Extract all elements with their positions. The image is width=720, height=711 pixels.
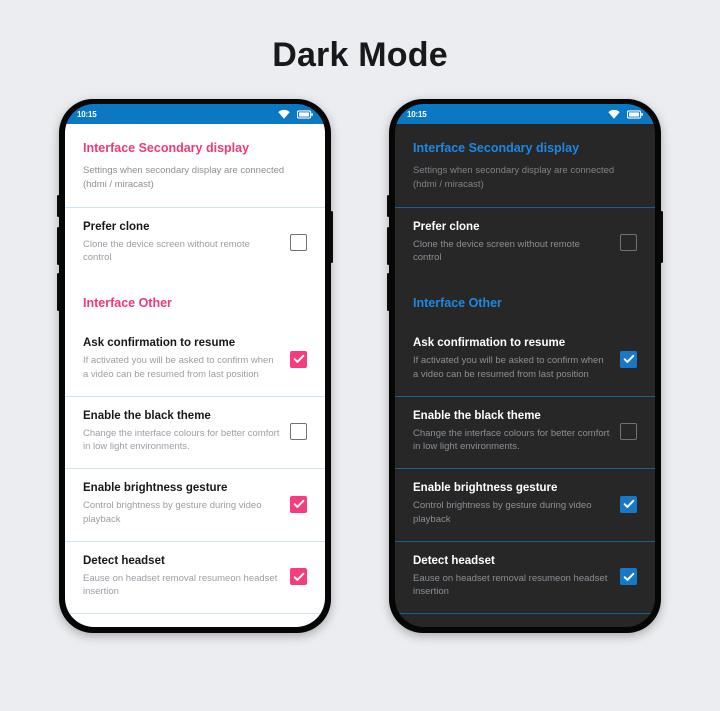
setting-title: Enable the black theme: [83, 409, 211, 422]
setting-row-detect-headset[interactable]: Detect headset Eause on headset removal …: [395, 542, 655, 614]
setting-description: Clone the device screen without remote c…: [413, 238, 580, 264]
setting-title: Detect headset: [83, 554, 165, 567]
status-bar: 10:15: [395, 104, 655, 124]
phone-side-button-volume-down[interactable]: [387, 273, 390, 311]
phone-comparison-container: 10:15 Interface Secondary display Settin…: [0, 99, 720, 633]
section-title: Interface Secondary display: [413, 141, 580, 155]
setting-row-detect-headset[interactable]: Detect headset Eause on headset removal …: [65, 542, 325, 614]
phone-screen: 10:15 Interface Secondary display Settin…: [395, 104, 655, 627]
checkbox-enable-brightness-gesture[interactable]: [290, 495, 307, 513]
settings-list: Interface Secondary display Settings whe…: [395, 124, 655, 627]
setting-description: Change the interface colours for better …: [83, 427, 280, 453]
status-bar-icons: [608, 109, 643, 119]
phone-screen: 10:15 Interface Secondary display Settin…: [65, 104, 325, 627]
setting-row-enable-brightness-gesture[interactable]: Enable brightness gesture Control bright…: [65, 469, 325, 541]
section-description: Settings when secondary display are conn…: [413, 165, 615, 190]
checkbox-ask-confirmation-to-resume[interactable]: [620, 350, 637, 368]
setting-title: Detect headset: [413, 554, 495, 567]
battery-icon: [627, 109, 643, 119]
setting-row-prefer-clone[interactable]: Prefer clone Clone the device screen wit…: [395, 208, 655, 280]
phone-side-button-volume-up[interactable]: [387, 227, 390, 265]
wifi-icon: [608, 109, 620, 119]
status-bar-time: 10:15: [77, 109, 97, 119]
checkbox-enable-brightness-gesture[interactable]: [620, 495, 637, 513]
check-icon: [293, 355, 304, 364]
section-header-interface-other: Interface Other: [395, 279, 655, 324]
page-title: Dark Mode: [272, 36, 448, 74]
dark-mode-phone: 10:15 Interface Secondary display Settin…: [387, 99, 663, 633]
setting-title: Prefer clone: [413, 220, 480, 233]
setting-description: Eause on headset removal resumeon headse…: [83, 572, 278, 598]
setting-row-enable-brightness-gesture[interactable]: Enable brightness gesture Control bright…: [395, 469, 655, 541]
checkbox-ask-confirmation-to-resume[interactable]: [290, 350, 307, 368]
check-icon: [293, 572, 304, 581]
setting-row-prefer-clone[interactable]: Prefer clone Clone the device screen wit…: [65, 208, 325, 280]
section-title: Interface Secondary display: [83, 141, 250, 155]
status-bar: 10:15: [65, 104, 325, 124]
setting-row-enable-the-black-theme[interactable]: Enable the black theme Change the interf…: [395, 397, 655, 469]
setting-title: Prefer clone: [83, 220, 150, 233]
wifi-icon: [278, 109, 290, 119]
section-title: Interface Other: [413, 296, 502, 311]
setting-description: Control brightness by gesture during vid…: [83, 500, 262, 525]
checkbox-detect-headset[interactable]: [290, 568, 307, 586]
check-icon: [293, 500, 304, 509]
section-header-interface-secondary-display: Interface Secondary display Settings whe…: [395, 124, 655, 207]
settings-list: Interface Secondary display Settings whe…: [65, 124, 325, 627]
setting-description: Clone the device screen without remote c…: [83, 238, 250, 264]
checkbox-enable-the-black-theme[interactable]: [620, 423, 637, 441]
phone-side-button-mute[interactable]: [57, 195, 60, 217]
checkbox-enable-the-black-theme[interactable]: [290, 423, 307, 441]
setting-title: Enable brightness gesture: [83, 482, 228, 495]
setting-row-ask-confirmation-to-resume[interactable]: Ask confirmation to resume If activated …: [65, 324, 325, 396]
check-icon: [623, 572, 634, 581]
phone-side-button-volume-up[interactable]: [57, 227, 60, 265]
light-mode-phone: 10:15 Interface Secondary display Settin…: [57, 99, 333, 633]
setting-description: Control brightness by gesture during vid…: [413, 500, 592, 525]
setting-description: Change the interface colours for better …: [413, 427, 610, 453]
setting-description: Eause on headset removal resumeon headse…: [413, 572, 608, 598]
section-header-interface-secondary-display: Interface Secondary display Settings whe…: [65, 124, 325, 207]
section-title: Interface Other: [83, 296, 172, 311]
phone-side-button-power[interactable]: [660, 211, 663, 263]
battery-icon: [297, 109, 313, 119]
setting-row-exclusive-headset-remote-control[interactable]: Exclusive headset remote control Avoid c…: [395, 614, 655, 627]
setting-row-exclusive-headset-remote-control[interactable]: Exclusive headset remote control Avoid c…: [65, 614, 325, 627]
checkbox-prefer-clone[interactable]: [620, 234, 637, 252]
section-header-interface-other: Interface Other: [65, 279, 325, 324]
setting-row-ask-confirmation-to-resume[interactable]: Ask confirmation to resume If activated …: [395, 324, 655, 396]
status-bar-icons: [278, 109, 313, 119]
setting-title: Enable brightness gesture: [413, 482, 558, 495]
check-icon: [623, 355, 634, 364]
setting-row-enable-the-black-theme[interactable]: Enable the black theme Change the interf…: [65, 397, 325, 469]
status-bar-time: 10:15: [407, 109, 427, 119]
phone-side-button-volume-down[interactable]: [57, 273, 60, 311]
setting-title: Enable the black theme: [413, 409, 541, 422]
checkbox-detect-headset[interactable]: [620, 568, 637, 586]
setting-title: Ask confirmation to resume: [83, 337, 236, 350]
setting-description: If activated you will be asked to confir…: [413, 355, 604, 380]
setting-title: Ask confirmation to resume: [413, 337, 566, 350]
section-description: Settings when secondary display are conn…: [83, 165, 285, 190]
phone-side-button-mute[interactable]: [387, 195, 390, 217]
setting-description: If activated you will be asked to confir…: [83, 355, 274, 380]
phone-side-button-power[interactable]: [330, 211, 333, 263]
checkbox-prefer-clone[interactable]: [290, 234, 307, 252]
check-icon: [623, 500, 634, 509]
